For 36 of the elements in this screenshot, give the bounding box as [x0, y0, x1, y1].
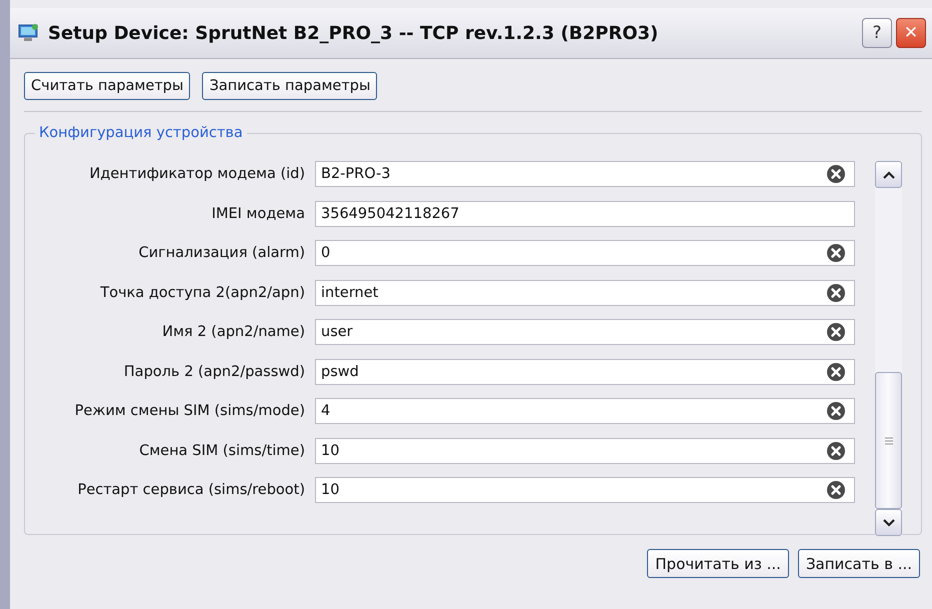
field-label: IMEI модема — [210, 206, 305, 222]
field-label: Идентификатор модема (id) — [88, 166, 305, 182]
field-label: Сигнализация (alarm) — [138, 245, 305, 261]
grip-icon — [884, 436, 892, 444]
text-field[interactable]: 4 — [315, 398, 855, 424]
clear-icon[interactable] — [826, 401, 846, 421]
help-button[interactable]: ? — [862, 18, 892, 48]
toolbar-button[interactable]: Считать параметры — [24, 72, 190, 100]
field-label: Пароль 2 (apn2/passwd) — [122, 364, 305, 380]
text-field[interactable]: internet — [315, 280, 855, 306]
text-field[interactable]: B2-PRO-3 — [315, 161, 855, 187]
clear-icon[interactable] — [826, 362, 846, 382]
text-field[interactable]: 0 — [315, 240, 855, 266]
field-label: Точка доступа 2(apn2/apn) — [99, 284, 305, 300]
clear-icon[interactable] — [826, 243, 846, 263]
text-field[interactable]: pswd — [315, 358, 855, 384]
field-label: Рестарт сервиса (sims/reboot) — [76, 482, 305, 498]
toolbar-button[interactable]: Записать параметры — [202, 72, 378, 100]
clear-icon[interactable] — [826, 480, 846, 500]
clear-icon[interactable] — [826, 164, 846, 184]
clear-icon[interactable] — [826, 322, 846, 342]
text-field[interactable]: user — [315, 319, 855, 345]
footer-button[interactable]: Прочитать из ... — [647, 549, 789, 578]
text-field[interactable]: 356495042118267 — [315, 200, 855, 226]
clear-icon[interactable] — [826, 282, 846, 302]
text-field[interactable]: 10 — [315, 438, 855, 464]
field-label: Смена SIM (sims/time) — [138, 442, 305, 458]
clear-icon[interactable] — [826, 440, 846, 460]
window-title: Setup Device: SprutNet B2_PRO_3 -- TCP rev.1.2.3 (B2PRO3) — [48, 22, 660, 44]
monitor-icon — [18, 23, 40, 43]
field-label: Режим смены SIM (sims/mode) — [74, 403, 305, 419]
footer-button[interactable]: Записать в ... — [798, 549, 920, 578]
text-field[interactable]: 10 — [315, 477, 855, 503]
field-label: Имя 2 (apn2/name) — [161, 324, 305, 340]
group-title: Конфигурация устройства — [38, 125, 244, 141]
scrollbar[interactable] — [875, 161, 902, 536]
